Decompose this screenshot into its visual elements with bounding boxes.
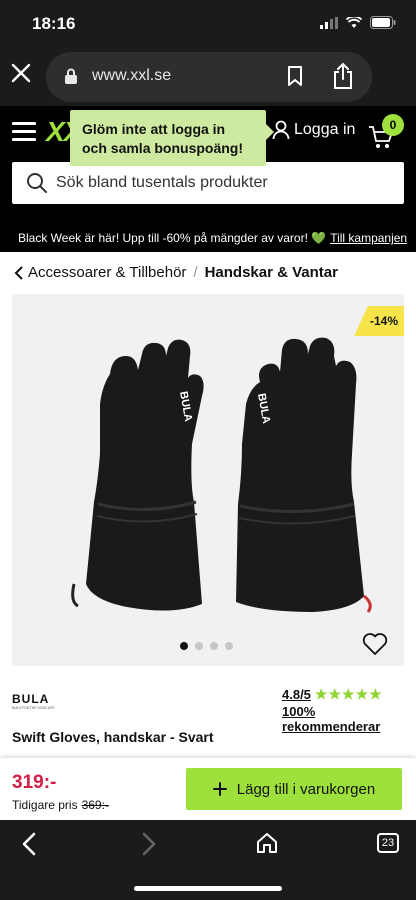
url-field[interactable]: www.xxl.se <box>46 52 372 102</box>
forward-arrow-icon <box>142 832 156 856</box>
share-icon <box>334 62 352 89</box>
search-icon <box>27 173 47 193</box>
carousel-dot[interactable] <box>225 642 233 650</box>
brand-logo-image: BULA BUILD FOR THE GOOD LIFE <box>12 692 54 710</box>
breadcrumb-separator: / <box>193 264 198 281</box>
favorite-button[interactable] <box>362 632 388 661</box>
carousel-dot[interactable] <box>180 642 188 650</box>
login-reminder-tooltip[interactable]: Glöm inte att logga in och samla bonuspo… <box>70 110 274 166</box>
forward-button[interactable] <box>140 832 158 861</box>
recommend-percentage[interactable]: 100% rekommenderar <box>282 704 416 734</box>
discount-badge: -14% <box>354 306 404 336</box>
browser-address-bar: www.xxl.se <box>0 48 416 106</box>
close-button[interactable] <box>10 62 36 90</box>
search-box[interactable] <box>12 162 404 204</box>
heart-icon <box>362 633 388 655</box>
carousel-dot[interactable] <box>195 642 203 650</box>
home-icon <box>257 833 277 853</box>
close-icon <box>11 63 31 83</box>
user-icon <box>272 120 290 140</box>
page: 18:16 www.xxl.se XX Logga in 0 Sök bland… <box>0 0 416 900</box>
brand-name: BULA <box>12 692 49 706</box>
product-title: Swift Gloves, handskar - Svart <box>12 729 214 745</box>
buy-bar: 319:- Tidigare pris 369:- Lägg till i var… <box>0 758 416 820</box>
product-rating[interactable]: 4.8/5 ★★★★★ <box>282 686 383 703</box>
cart-count-badge: 0 <box>382 114 404 136</box>
previous-price-label: Tidigare pris <box>12 798 78 812</box>
product-image-gloves: BULA BULA <box>71 337 372 613</box>
breadcrumb-parent[interactable]: Accessoarer & Tillbehör <box>28 264 186 281</box>
signal-icon <box>320 16 338 29</box>
battery-icon <box>370 16 396 29</box>
status-time: 18:16 <box>32 14 76 33</box>
brand-tagline: BUILD FOR THE GOOD LIFE <box>12 706 54 710</box>
status-icons <box>320 16 396 29</box>
bookmark-icon <box>288 66 302 86</box>
product-page-content: Accessoarer & Tillbehör / Handskar & Van… <box>0 252 416 820</box>
previous-price: Tidigare pris 369:- <box>12 798 109 812</box>
brand-logo[interactable]: BULA BUILD FOR THE GOOD LIFE <box>12 692 66 717</box>
add-to-cart-button[interactable]: Lägg till i varukorgen <box>186 768 402 810</box>
login-label: Logga in <box>294 121 356 138</box>
promo-link[interactable]: Till kampanjen <box>330 231 407 245</box>
back-arrow-icon <box>22 832 36 856</box>
status-bar: 18:16 <box>0 0 416 48</box>
login-button[interactable]: Logga in <box>272 120 355 140</box>
chevron-left-icon <box>14 265 23 280</box>
home-button[interactable] <box>256 832 278 859</box>
carousel-dots <box>180 642 233 650</box>
bookmark-button[interactable] <box>286 65 304 92</box>
home-indicator <box>134 886 282 891</box>
price: 319:- <box>12 772 57 793</box>
previous-price-value: 369:- <box>81 798 109 812</box>
breadcrumb: Accessoarer & Tillbehör / Handskar & Van… <box>14 264 338 281</box>
menu-button[interactable] <box>12 122 36 142</box>
cart-button[interactable]: 0 <box>368 114 408 152</box>
menu-icon <box>12 122 36 125</box>
tooltip-line-1: Glöm inte att logga in <box>82 121 226 137</box>
tooltip-line-2: och samla bonuspoäng! <box>82 140 244 156</box>
search-input[interactable] <box>56 162 386 204</box>
product-image-carousel[interactable]: -14% BULA BULA <box>12 294 404 666</box>
promo-banner: Black Week är här! Upp till -60% på mäng… <box>0 226 416 252</box>
url-text: www.xxl.se <box>92 67 172 84</box>
rating-value: 4.8/5 <box>282 687 311 702</box>
lock-icon <box>65 68 77 84</box>
rating-stars: ★★★★★ <box>314 686 383 702</box>
carousel-dot[interactable] <box>210 642 218 650</box>
back-button[interactable] <box>20 832 38 861</box>
wifi-icon <box>346 16 362 28</box>
plus-icon <box>212 782 227 796</box>
share-button[interactable] <box>332 62 354 95</box>
add-to-cart-label: Lägg till i varukorgen <box>236 780 376 798</box>
promo-text: Black Week är här! Upp till -60% på mäng… <box>18 231 327 245</box>
tabs-button[interactable]: 23 <box>377 833 399 853</box>
browser-toolbar: 23 <box>0 820 416 900</box>
breadcrumb-current[interactable]: Handskar & Vantar <box>205 264 338 281</box>
